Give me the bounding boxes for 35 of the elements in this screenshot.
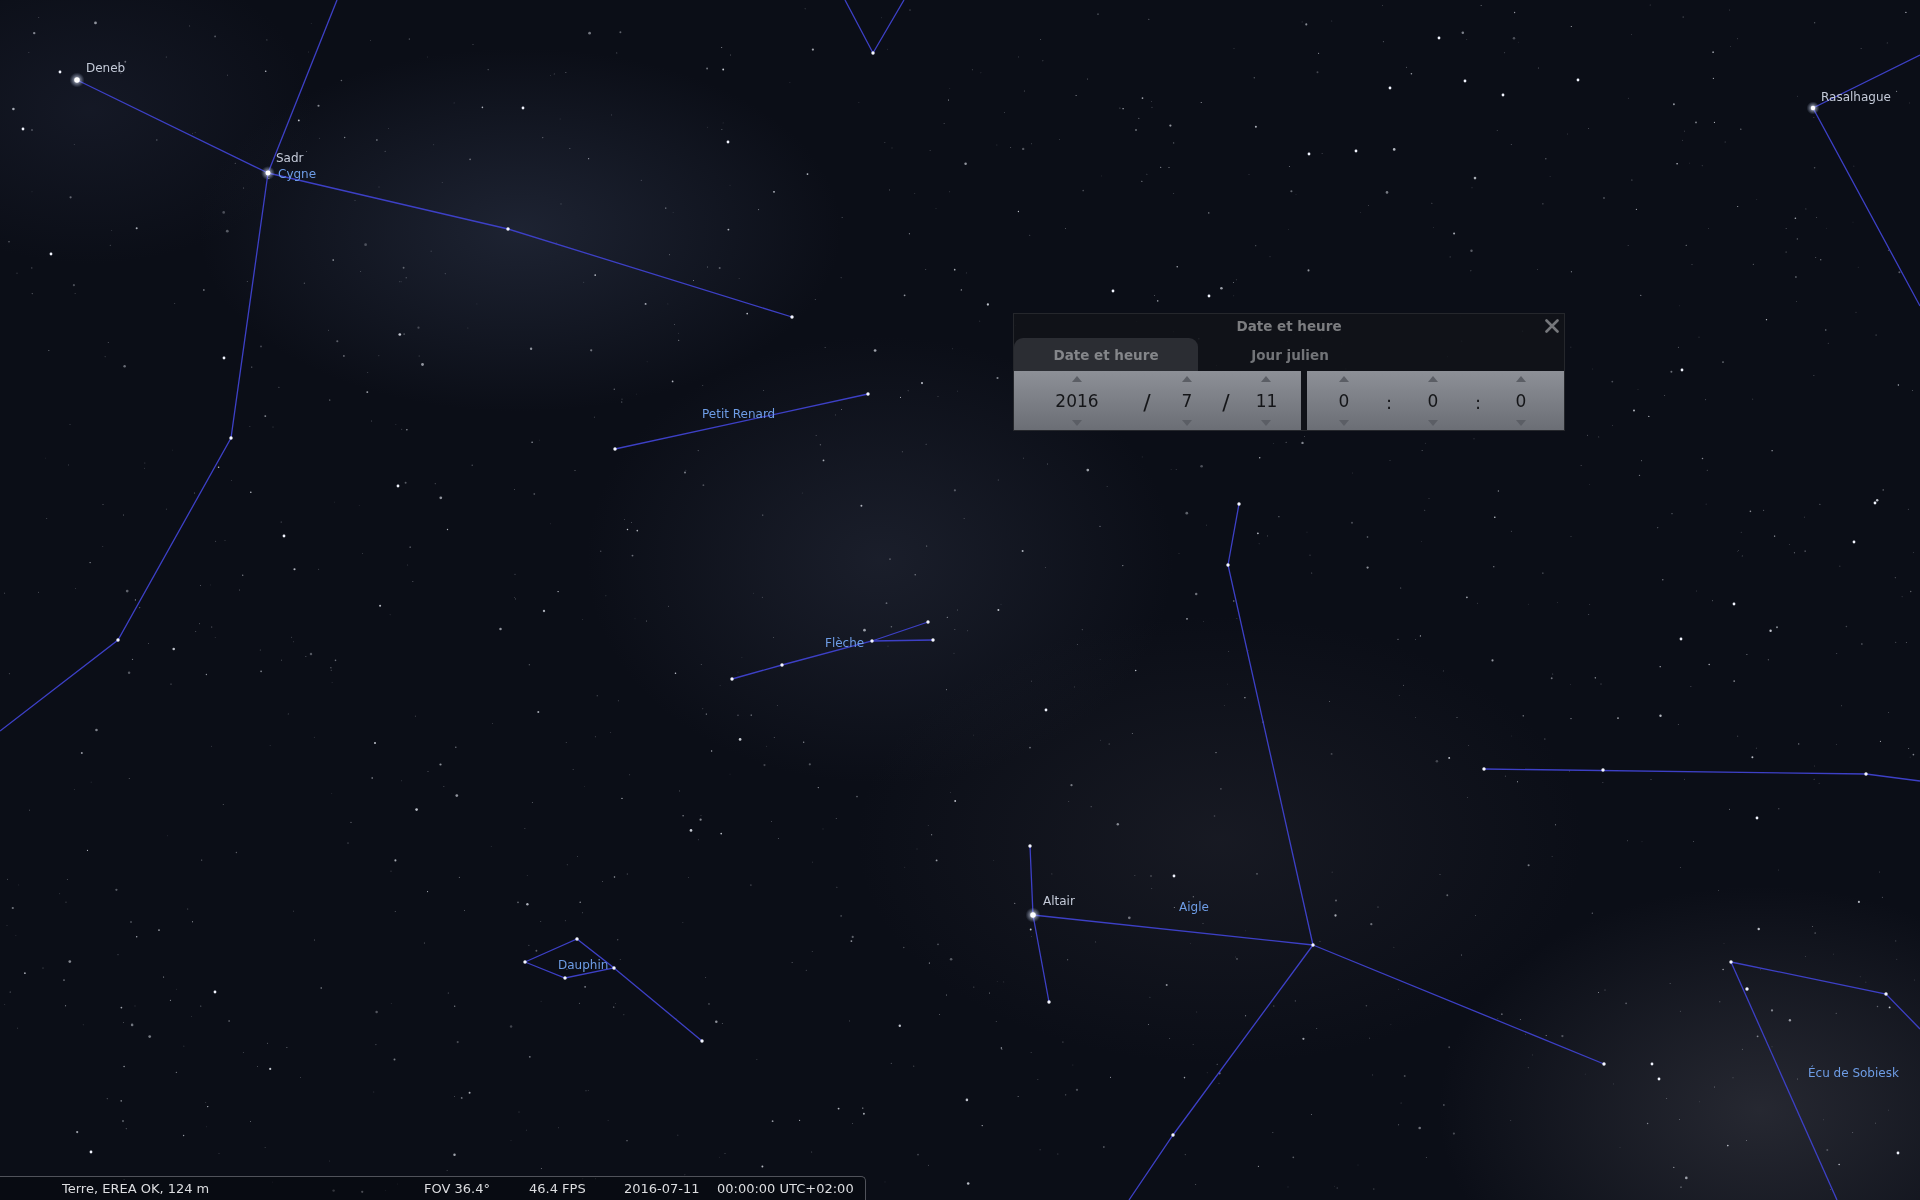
caret-up-icon[interactable] xyxy=(1261,376,1272,382)
constellation-label: Cygne xyxy=(278,167,317,181)
time-separator: : xyxy=(1474,391,1482,413)
year-field[interactable]: 2016 xyxy=(1049,382,1105,420)
constellation-label: Flèche xyxy=(825,636,865,650)
minute-field[interactable]: 0 xyxy=(1421,382,1445,420)
caret-up-icon[interactable] xyxy=(1339,376,1349,382)
caret-up-icon[interactable] xyxy=(1428,376,1438,382)
tab[interactable]: Jour julien xyxy=(1198,338,1382,371)
caret-up-icon[interactable] xyxy=(1182,376,1192,382)
month-field[interactable]: 7 xyxy=(1175,382,1199,420)
second-field[interactable]: 0 xyxy=(1509,382,1533,420)
date-separator: / xyxy=(1143,389,1151,415)
constellation-line-drawing xyxy=(844,0,905,55)
fov-readout: FOV 36.4° xyxy=(424,1181,490,1196)
constellation-label: Dauphin xyxy=(558,958,609,972)
caret-up-icon[interactable] xyxy=(1072,376,1082,382)
fps-readout: 46.4 FPS xyxy=(529,1181,586,1196)
date-separator: / xyxy=(1222,389,1230,415)
day-field[interactable]: 11 xyxy=(1249,382,1284,420)
constellation-label: Aigle xyxy=(1179,900,1209,914)
star-label: Sadr xyxy=(276,151,304,165)
date-readout: 2016-07-11 xyxy=(624,1181,700,1196)
time-separator: : xyxy=(1385,391,1393,413)
tab[interactable]: Date et heure xyxy=(1014,338,1198,371)
constellation-label: Petit Renard xyxy=(702,407,776,421)
time-readout: 00:00:00 UTC+02:00 xyxy=(717,1181,854,1196)
hour-field[interactable]: 0 xyxy=(1332,382,1356,420)
caret-up-icon[interactable] xyxy=(1516,376,1526,382)
star-label: Deneb xyxy=(86,61,126,75)
dialog-title: Date et heure xyxy=(1236,318,1342,334)
close-icon[interactable] xyxy=(1545,319,1559,333)
constellation-label: Écu de Sobiesk xyxy=(1808,1066,1899,1080)
star-label: Altair xyxy=(1043,894,1075,908)
location-text: Terre, EREA OK, 124 m xyxy=(62,1181,210,1196)
